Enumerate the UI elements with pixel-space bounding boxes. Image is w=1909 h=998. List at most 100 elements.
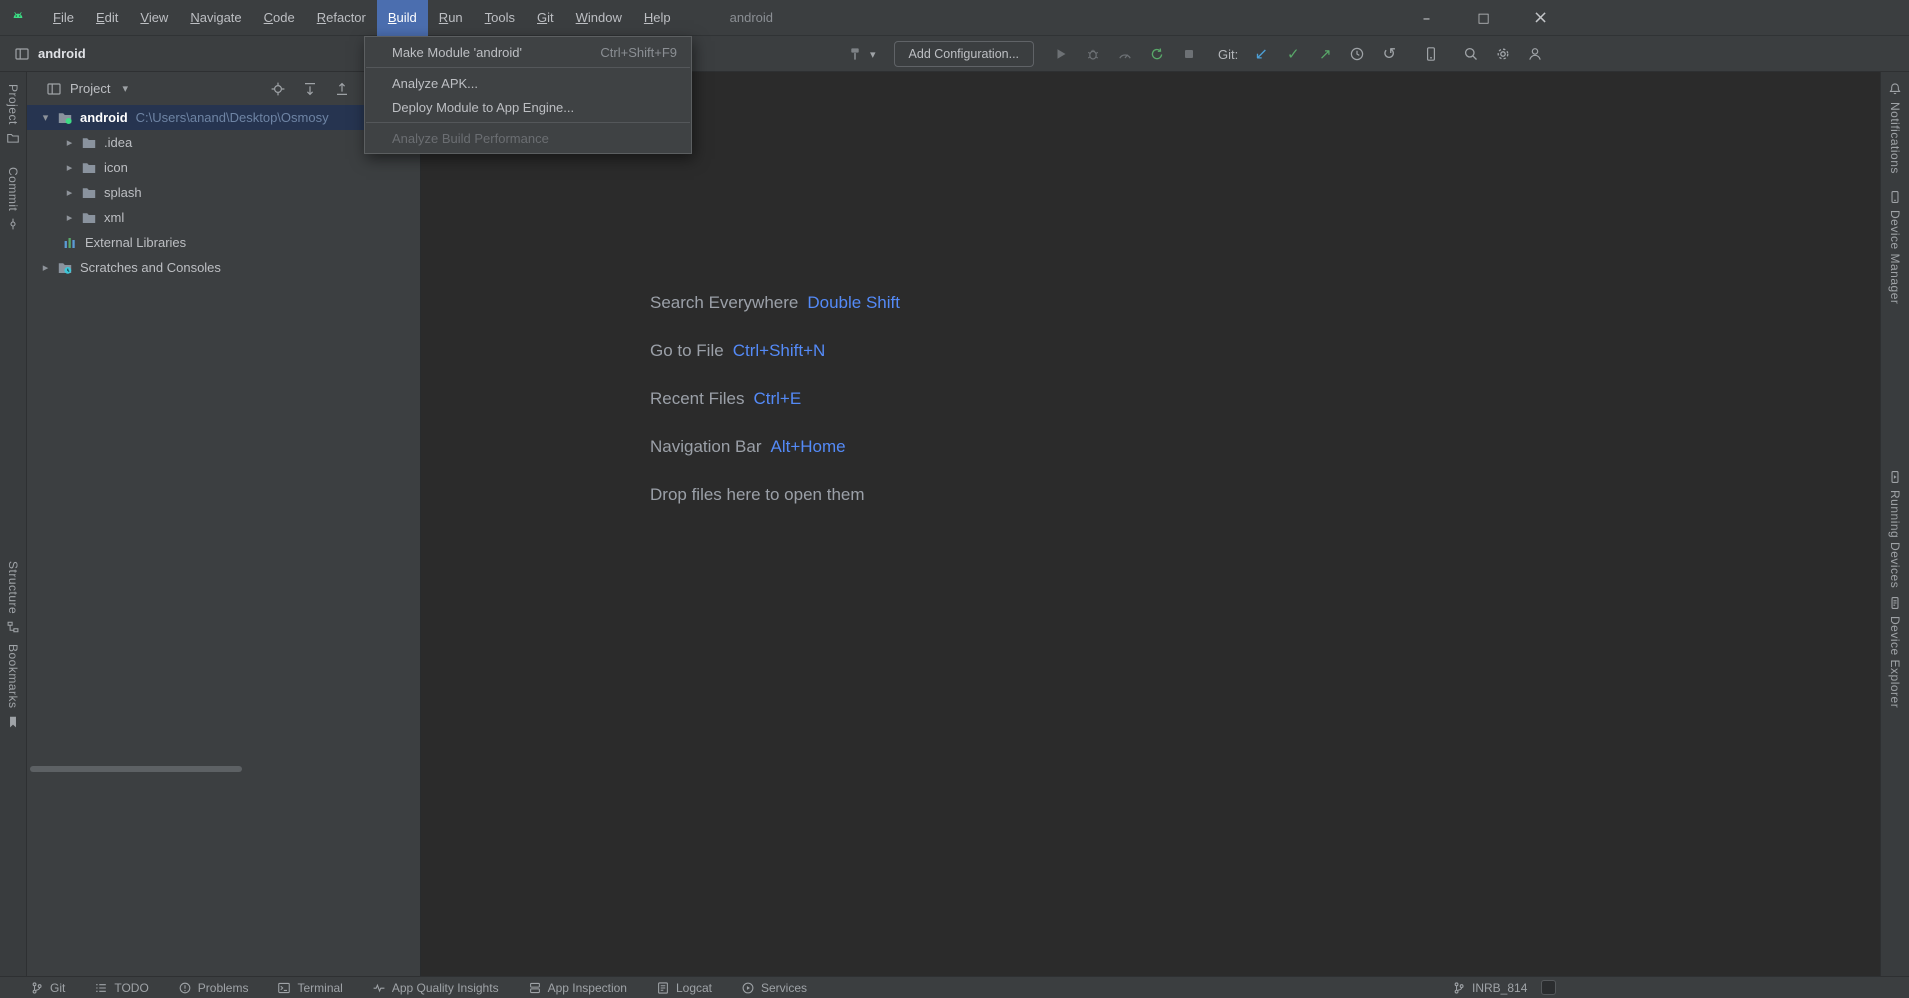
chevron-right-icon[interactable]: ▸: [37, 261, 54, 274]
tool-button-app-quality-insights[interactable]: App Quality Insights: [372, 981, 499, 995]
toolwindow-button-device-explorer[interactable]: Device Explorer: [1888, 596, 1902, 708]
project-view-selector[interactable]: Project: [70, 81, 110, 96]
history-button[interactable]: [1348, 45, 1366, 63]
tool-button-terminal[interactable]: Terminal: [277, 981, 342, 995]
collapse-all-icon[interactable]: [334, 81, 350, 97]
menu-edit[interactable]: Edit: [85, 0, 129, 36]
app-inspection-icon: [528, 981, 542, 995]
hint-keys: Ctrl+E: [753, 389, 801, 409]
git-label: Git:: [1218, 47, 1238, 62]
menu-tools[interactable]: Tools: [474, 0, 526, 36]
menu-refactor[interactable]: Refactor: [306, 0, 377, 36]
menu-git[interactable]: Git: [526, 0, 565, 36]
run-config-caret-icon[interactable]: ▾: [870, 48, 876, 61]
ide-window: File Edit View Navigate Code Refactor Bu…: [0, 0, 1909, 998]
rollback-button[interactable]: ↺: [1380, 45, 1398, 63]
toolwindow-label: Structure: [6, 561, 20, 614]
toolwindow-label: Bookmarks: [6, 644, 20, 709]
project-tool-window: Project ▾ ▾ android C:\Users\anand\Deskt…: [27, 72, 421, 976]
commit-button[interactable]: ✓: [1284, 45, 1302, 63]
update-project-button[interactable]: ↙: [1252, 45, 1270, 63]
menu-build[interactable]: Build: [377, 0, 428, 36]
tree-row-scratches[interactable]: ▸ Scratches and Consoles: [27, 255, 420, 280]
minimize-button[interactable]: –: [1398, 0, 1455, 36]
tool-button-services[interactable]: Services: [741, 981, 807, 995]
menu-file[interactable]: File: [42, 0, 85, 36]
hint-keys: Alt+Home: [771, 437, 846, 457]
device-phone-icon: [1888, 190, 1902, 204]
toolwindow-button-structure[interactable]: Structure: [6, 561, 20, 634]
push-button[interactable]: ↗: [1316, 45, 1334, 63]
tool-button-logcat[interactable]: Logcat: [656, 981, 712, 995]
chevron-down-icon[interactable]: ▾: [37, 111, 54, 124]
tool-button-app-inspection[interactable]: App Inspection: [528, 981, 627, 995]
apply-changes-button[interactable]: [1148, 45, 1166, 63]
problems-icon: [178, 981, 192, 995]
toolwindow-button-commit[interactable]: Commit: [6, 167, 20, 231]
menu-item-deploy-app-engine[interactable]: Deploy Module to App Engine...: [365, 95, 691, 119]
folder-icon: [80, 209, 97, 226]
menu-help[interactable]: Help: [633, 0, 682, 36]
toolwindow-button-bookmarks[interactable]: Bookmarks: [6, 644, 20, 729]
tree-row-external-libraries[interactable]: External Libraries: [27, 230, 420, 255]
project-view-icon: [45, 80, 63, 98]
structure-icon: [6, 620, 20, 634]
menu-separator: [366, 122, 690, 123]
menu-item-label: Deploy Module to App Engine...: [392, 100, 574, 115]
bottom-tool-bar: Git TODO Problems Terminal App Quality I…: [0, 976, 1909, 998]
menu-item-analyze-build-performance: Analyze Build Performance: [365, 126, 691, 150]
chevron-right-icon[interactable]: ▸: [61, 161, 78, 174]
device-manager-button[interactable]: [1422, 45, 1440, 63]
add-configuration-button[interactable]: Add Configuration...: [894, 41, 1035, 67]
toolwindow-button-device-manager[interactable]: Device Manager: [1888, 190, 1902, 304]
account-avatar-button[interactable]: [1526, 45, 1544, 63]
tool-button-problems[interactable]: Problems: [178, 981, 249, 995]
project-view-caret-icon[interactable]: ▾: [122, 82, 128, 95]
maximize-button[interactable]: □: [1455, 0, 1512, 36]
android-module-icon: [56, 109, 73, 126]
chevron-right-icon[interactable]: ▸: [61, 136, 78, 149]
close-button[interactable]: ×: [1512, 0, 1569, 36]
tree-row-xml[interactable]: ▸ xml: [27, 205, 420, 230]
todo-list-icon: [94, 981, 108, 995]
tool-button-todo[interactable]: TODO: [94, 981, 148, 995]
search-everywhere-button[interactable]: [1462, 45, 1480, 63]
menu-item-label: Make Module 'android': [392, 45, 522, 60]
menu-run[interactable]: Run: [428, 0, 474, 36]
toolwindow-button-notifications[interactable]: Notifications: [1888, 82, 1902, 174]
tool-button-label: App Inspection: [548, 981, 627, 995]
terminal-icon: [277, 981, 291, 995]
folder-icon: [80, 134, 97, 151]
menu-item-make-module[interactable]: Make Module 'android' Ctrl+Shift+F9: [365, 40, 691, 64]
toolwindow-button-running-devices[interactable]: Running Devices: [1888, 470, 1902, 588]
tool-button-git[interactable]: Git: [30, 981, 65, 995]
menu-navigate[interactable]: Navigate: [179, 0, 252, 36]
menu-item-analyze-apk[interactable]: Analyze APK...: [365, 71, 691, 95]
expand-all-icon[interactable]: [302, 81, 318, 97]
menu-window[interactable]: Window: [565, 0, 633, 36]
commit-node-icon: [6, 217, 20, 231]
debug-button: [1084, 45, 1102, 63]
window-title: android: [730, 10, 773, 25]
menu-view[interactable]: View: [129, 0, 179, 36]
external-libraries-icon: [61, 234, 78, 251]
tree-row-icon[interactable]: ▸ icon: [27, 155, 420, 180]
tree-row-idea[interactable]: ▸ .idea: [27, 130, 420, 155]
tree-node-label: Scratches and Consoles: [80, 260, 221, 275]
status-corner-icon[interactable]: [1541, 980, 1556, 995]
tool-button-label: Services: [761, 981, 807, 995]
settings-gear-button[interactable]: [1494, 45, 1512, 63]
hint-navigation-bar: Navigation Bar Alt+Home: [650, 423, 900, 471]
select-opened-file-icon[interactable]: [270, 81, 286, 97]
menu-code[interactable]: Code: [253, 0, 306, 36]
git-branch-widget[interactable]: INRB_814: [1452, 977, 1527, 998]
chevron-right-icon[interactable]: ▸: [61, 211, 78, 224]
chevron-right-icon[interactable]: ▸: [61, 186, 78, 199]
bell-icon: [1888, 82, 1902, 96]
tree-row-android[interactable]: ▾ android C:\Users\anand\Desktop\Osmosy: [27, 105, 420, 130]
android-studio-logo-icon: [10, 8, 30, 28]
toolwindow-button-project[interactable]: Project: [6, 84, 20, 145]
toolbar-project-name: android: [38, 46, 86, 61]
horizontal-scrollbar[interactable]: [30, 766, 242, 772]
tree-row-splash[interactable]: ▸ splash: [27, 180, 420, 205]
